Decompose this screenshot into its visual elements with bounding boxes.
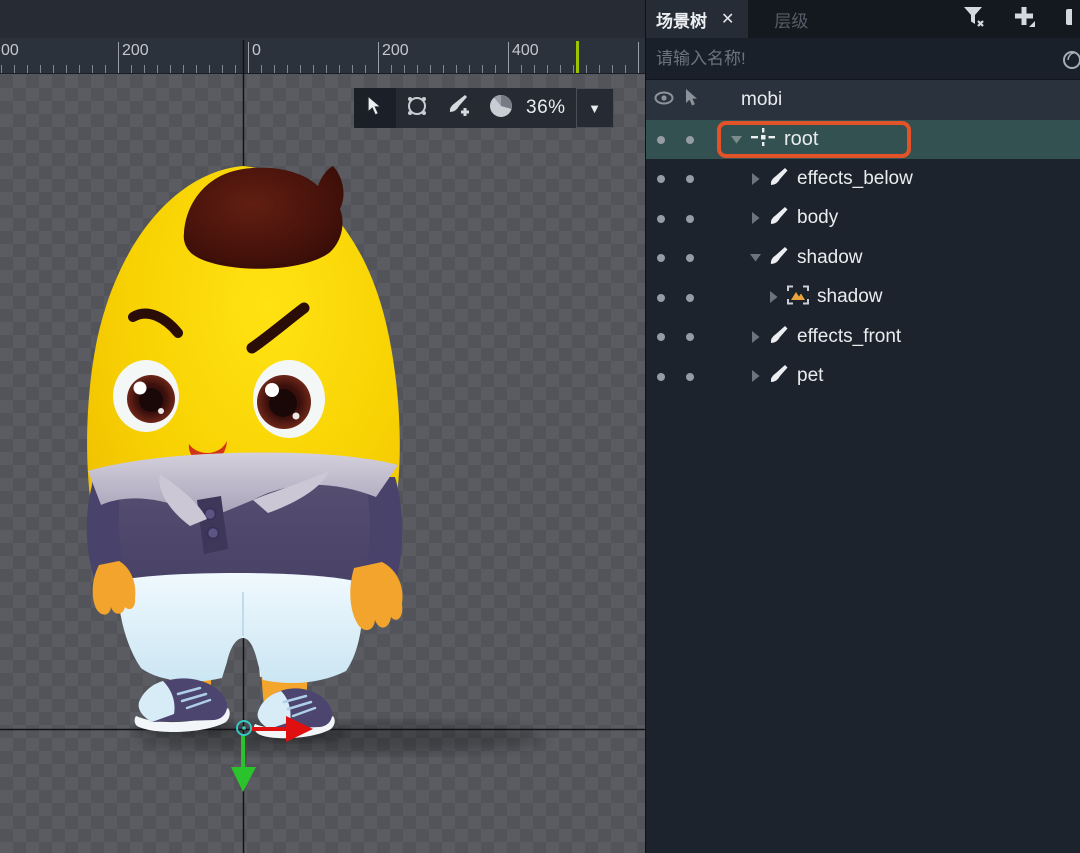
tree-row-body[interactable]: body [646, 199, 1080, 239]
bone-icon [769, 206, 789, 230]
visibility-dot[interactable] [657, 333, 665, 341]
bone-icon [769, 167, 789, 191]
tab-scene-tree[interactable]: 场景树 ✕ [646, 0, 749, 38]
ruler-position-marker [576, 41, 579, 73]
collapse-arrow-icon[interactable] [730, 135, 742, 144]
scene-tree-panel: 场景树 ✕ 层级 请输入名称! mobi root effects_below … [645, 0, 1080, 853]
zoom-level[interactable]: 36% [522, 97, 576, 119]
lock-dot[interactable] [686, 254, 694, 262]
tree-row-pet[interactable]: pet [646, 357, 1080, 397]
tree-row-label: effects_front [797, 325, 902, 347]
canvas-area[interactable]: 00 200 0 200 400 36% ▼ [0, 0, 645, 853]
tree-row-label: mobi [741, 88, 783, 110]
ruler-label: 200 [122, 42, 149, 59]
add-bone-tool-button[interactable] [438, 88, 480, 128]
add-icon[interactable] [1012, 5, 1036, 34]
tree-row-effects-below[interactable]: effects_below [646, 159, 1080, 199]
expand-arrow-icon[interactable] [749, 172, 761, 185]
selection-highlight-box: root [717, 120, 911, 158]
ruler-major-tick [508, 42, 509, 73]
canvas-topbar [0, 0, 645, 38]
image-icon [787, 285, 809, 310]
search-input[interactable] [646, 48, 1036, 69]
expand-arrow-icon[interactable] [749, 330, 761, 343]
tree-row-mobi[interactable]: mobi [646, 80, 1080, 120]
cursor-icon[interactable] [684, 89, 700, 113]
tree-row-shadow-image[interactable]: shadow [646, 278, 1080, 318]
horizontal-ruler: 00 200 0 200 400 [0, 38, 645, 74]
expand-arrow-icon[interactable] [749, 370, 761, 383]
tree-row-root[interactable]: root [646, 119, 1080, 159]
visibility-dot[interactable] [657, 293, 665, 302]
lock-dot[interactable] [686, 175, 694, 183]
scene-tree: mobi root effects_below body shadow shad… [646, 80, 1080, 396]
ruler-major-tick [248, 42, 249, 73]
eye-icon[interactable] [654, 90, 674, 111]
filter-icon[interactable] [962, 5, 986, 34]
visibility-dot[interactable] [657, 214, 665, 223]
clipped-icon [1062, 5, 1078, 34]
search-row [646, 38, 1080, 80]
cursor-icon [366, 94, 384, 122]
visibility-dot[interactable] [657, 135, 665, 144]
transform-circle-icon [405, 94, 429, 123]
lock-dot[interactable] [686, 333, 694, 341]
ruler-label: 00 [1, 42, 19, 59]
tree-row-label: shadow [817, 286, 883, 308]
expand-arrow-icon[interactable] [749, 212, 761, 225]
ruler-major-tick [638, 42, 639, 73]
ruler-label: 200 [382, 42, 409, 59]
visibility-dot[interactable] [657, 175, 665, 183]
add-bone-icon [447, 94, 471, 123]
ruler-major-tick [378, 42, 379, 73]
lock-dot[interactable] [686, 135, 694, 144]
transform-tool-button[interactable] [396, 88, 438, 128]
tree-row-label: root [784, 127, 819, 150]
tree-row-label: effects_below [797, 167, 913, 189]
tree-row-label: shadow [797, 246, 863, 268]
lock-dot[interactable] [686, 293, 694, 302]
lock-dot[interactable] [686, 214, 694, 223]
close-icon[interactable]: ✕ [721, 9, 734, 29]
tree-row-shadow-bone[interactable]: shadow [646, 238, 1080, 278]
panel-tabbar: 场景树 ✕ 层级 [646, 0, 1080, 38]
character-eye-left [113, 360, 179, 432]
bone-icon [769, 246, 789, 270]
lock-dot[interactable] [686, 372, 694, 381]
root-crosshair-icon [751, 127, 775, 152]
tree-row-label: body [797, 207, 839, 229]
weights-tool-button[interactable] [480, 88, 522, 128]
bone-icon [769, 364, 789, 388]
tab-label: 场景树 [656, 11, 707, 31]
canvas-toolbar: 36% ▼ [354, 88, 614, 128]
visibility-dot[interactable] [657, 254, 665, 262]
ruler-minor-ticks [0, 65, 645, 73]
tree-row-effects-front[interactable]: effects_front [646, 317, 1080, 357]
pie-icon [488, 93, 514, 124]
search-settings-icon[interactable] [1062, 50, 1080, 75]
collapse-arrow-icon[interactable] [749, 253, 761, 262]
ruler-label: 0 [252, 42, 261, 59]
visibility-dot[interactable] [657, 372, 665, 381]
tab-hierarchy[interactable]: 层级 [748, 0, 834, 38]
animation-editor-window: 00 200 0 200 400 36% ▼ 场景树 ✕ 层级 请输入名称! m… [0, 0, 1080, 853]
ruler-major-tick [118, 42, 119, 73]
zoom-dropdown-button[interactable]: ▼ [575, 88, 614, 128]
select-tool-button[interactable] [354, 88, 396, 128]
chevron-down-icon: ▼ [588, 100, 601, 116]
expand-arrow-icon[interactable] [767, 291, 779, 304]
character-eye-right [253, 360, 325, 438]
bone-icon [769, 325, 789, 349]
ruler-label: 400 [512, 42, 539, 59]
tree-row-label: pet [797, 365, 824, 387]
